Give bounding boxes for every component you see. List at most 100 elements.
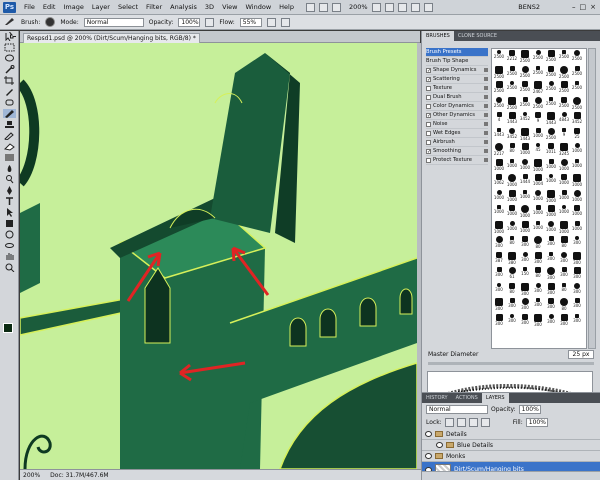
opacity-pressure-icon[interactable]: [205, 17, 215, 27]
healing-brush-tool-icon[interactable]: [3, 98, 16, 107]
clone-stamp-tool-icon[interactable]: [3, 120, 16, 129]
brush-preset[interactable]: 1000: [532, 127, 544, 140]
brush-preset[interactable]: 300: [493, 313, 505, 326]
brush-preset[interactable]: 2500: [545, 50, 557, 62]
type-tool-icon[interactable]: [3, 197, 16, 206]
brush-preset[interactable]: 2500: [493, 65, 505, 79]
gradient-tool-icon[interactable]: [3, 153, 16, 162]
brush-option-checkbox[interactable]: [426, 130, 431, 136]
brush-preset[interactable]: 300: [545, 236, 557, 248]
move-tool-icon[interactable]: [3, 32, 16, 41]
brush-option-item[interactable]: Protect Texture: [426, 156, 488, 165]
lock-icon[interactable]: [484, 131, 488, 135]
brush-option-item[interactable]: Texture: [426, 84, 488, 93]
lock-position-icon[interactable]: [468, 418, 478, 427]
brush-preset[interactable]: 1000: [519, 143, 531, 155]
eraser-tool-icon[interactable]: [3, 142, 16, 151]
brush-preset[interactable]: 300: [493, 298, 505, 311]
brush-option-checkbox[interactable]: [426, 139, 431, 145]
brush-preset[interactable]: 300: [519, 236, 531, 248]
brush-preset[interactable]: 9: [558, 127, 570, 140]
brush-preset[interactable]: 300: [532, 313, 544, 327]
menu-help[interactable]: Help: [275, 3, 298, 11]
brush-option-item[interactable]: Noise: [426, 120, 488, 129]
menu-image[interactable]: Image: [59, 3, 87, 11]
mini-bridge-icon[interactable]: [318, 2, 328, 12]
brush-tool-icon[interactable]: [4, 16, 16, 28]
shape-tool-icon[interactable]: [3, 219, 16, 228]
3d-rotate-tool-icon[interactable]: [3, 230, 16, 239]
brush-preset[interactable]: 1000: [558, 189, 570, 202]
brush-preset[interactable]: 2500: [545, 65, 557, 78]
brush-preset[interactable]: 80: [506, 236, 518, 248]
visibility-eye-icon[interactable]: [425, 453, 432, 459]
brush-preset[interactable]: 80: [558, 298, 570, 311]
brush-preset[interactable]: 2467: [532, 81, 544, 94]
brush-preset[interactable]: 1000: [545, 174, 557, 186]
brush-preset[interactable]: 1000: [532, 158, 544, 172]
brush-preset[interactable]: 300: [545, 282, 557, 295]
brush-preset[interactable]: 300: [493, 282, 505, 295]
brush-preset[interactable]: 380: [506, 251, 518, 265]
maximize-button[interactable]: □: [580, 3, 587, 11]
brush-option-item[interactable]: ✓ Shape Dynamics: [426, 66, 488, 75]
brush-preset[interactable]: 1000: [532, 189, 544, 202]
layer-row[interactable]: Monks: [422, 451, 600, 462]
tab-history[interactable]: HISTORY: [422, 393, 452, 403]
brush-preset[interactable]: 300: [571, 313, 583, 326]
brush-preset[interactable]: 2500: [571, 81, 583, 93]
brush-option-item[interactable]: Brush Presets: [426, 48, 488, 57]
brush-preset[interactable]: 300: [571, 298, 583, 310]
brush-preset[interactable]: 2500: [571, 65, 583, 78]
brush-preset[interactable]: 1000: [519, 205, 531, 218]
brush-preset[interactable]: 2500: [558, 65, 570, 79]
brush-preset[interactable]: 1000: [506, 220, 518, 233]
lock-icon[interactable]: [484, 122, 488, 126]
brush-preset[interactable]: 1000: [519, 189, 531, 202]
rotate-view-icon[interactable]: [397, 2, 407, 12]
brush-preset[interactable]: 1000: [493, 189, 505, 202]
opacity-field[interactable]: 100%: [178, 17, 201, 27]
brush-preset[interactable]: 2500: [519, 96, 531, 109]
master-diameter-field[interactable]: 25 px: [568, 350, 594, 359]
lasso-tool-icon[interactable]: [3, 54, 16, 63]
brush-preset[interactable]: 1000: [545, 158, 557, 171]
brush-option-checkbox[interactable]: ✓: [426, 112, 431, 118]
brush-preset[interactable]: 45: [532, 143, 544, 155]
brush-preset[interactable]: 300: [571, 236, 583, 248]
brush-preset[interactable]: 300: [519, 282, 531, 296]
brush-preset[interactable]: 1000: [571, 205, 583, 217]
bridge-icon[interactable]: [305, 2, 315, 12]
marquee-tool-icon[interactable]: [3, 43, 16, 52]
3d-orbit-tool-icon[interactable]: [3, 241, 16, 250]
brush-preset[interactable]: 1000: [493, 220, 505, 234]
brush-preset[interactable]: 300: [532, 282, 544, 295]
brush-preset[interactable]: 2212: [506, 50, 518, 62]
status-zoom[interactable]: 200%: [23, 472, 40, 479]
brush-preset[interactable]: 1443: [545, 112, 557, 125]
brush-preset[interactable]: 300: [545, 251, 557, 264]
visibility-eye-icon[interactable]: [436, 442, 443, 448]
brush-preset[interactable]: 80: [506, 282, 518, 295]
brush-preset[interactable]: 2500: [532, 50, 544, 62]
brush-preset[interactable]: 2500: [519, 50, 531, 63]
brush-preset[interactable]: 300: [519, 313, 531, 326]
brush-preset[interactable]: 1000: [532, 205, 544, 217]
brush-preset[interactable]: 3452: [571, 112, 583, 124]
brush-preset[interactable]: 1000: [558, 220, 570, 234]
brush-preset[interactable]: 1443: [506, 112, 518, 124]
brush-option-item[interactable]: Wet Edges: [426, 129, 488, 138]
brush-preset[interactable]: 300: [571, 267, 583, 279]
mode-select[interactable]: Normal: [83, 17, 144, 27]
zoom-level[interactable]: 200%: [349, 3, 368, 11]
brush-preset[interactable]: 300: [532, 251, 544, 264]
brush-preset[interactable]: 300: [506, 313, 518, 326]
brush-preset[interactable]: 300: [545, 298, 557, 310]
brush-preset[interactable]: 1000: [506, 189, 518, 202]
brush-preset[interactable]: 1000: [493, 205, 505, 217]
tab-clone-source[interactable]: CLONE SOURCE: [454, 31, 501, 41]
brush-option-checkbox[interactable]: [426, 121, 431, 127]
brush-preset[interactable]: 4: [493, 112, 505, 124]
brush-preset[interactable]: 2217: [493, 143, 505, 156]
brush-preset[interactable]: 2500: [493, 81, 505, 93]
